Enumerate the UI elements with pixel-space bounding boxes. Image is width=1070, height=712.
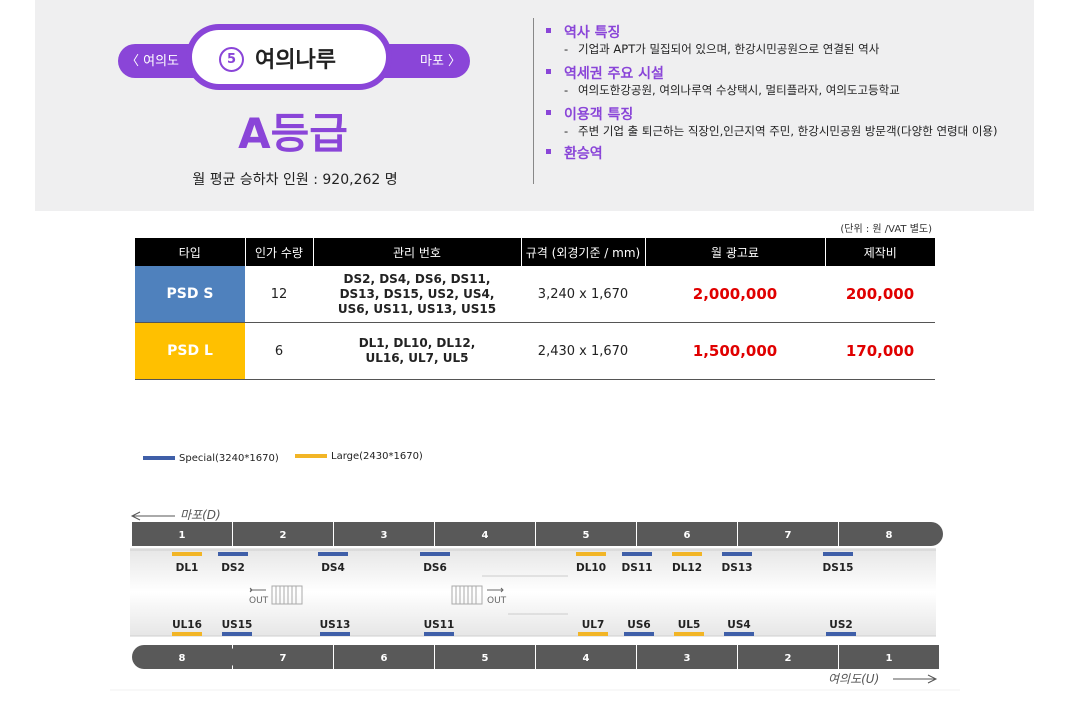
door-label: UL7: [582, 619, 605, 631]
door-label: DS15: [823, 562, 854, 574]
train-car-number: 6: [684, 530, 691, 541]
train-car-number: 4: [583, 653, 590, 664]
exit-label: OUT: [487, 596, 507, 606]
door-label: DS2: [221, 562, 245, 574]
door-marker: [674, 632, 704, 636]
door-marker: [218, 552, 248, 556]
door-label: DS13: [722, 562, 753, 574]
train-car-number: 5: [583, 530, 590, 541]
top-train: 1 2 3 4 5 6 7 8: [132, 522, 943, 546]
train-car-number: 3: [684, 653, 691, 664]
top-direction-label: 마포(D): [180, 508, 221, 522]
door-marker: [320, 632, 350, 636]
train-car-number: 5: [482, 653, 489, 664]
door-marker: [424, 632, 454, 636]
door-marker: [318, 552, 348, 556]
door-marker: [624, 632, 654, 636]
door-marker: [222, 632, 252, 636]
train-car-number: 7: [280, 653, 287, 664]
door-label: US11: [424, 619, 455, 631]
door-label: DL1: [176, 562, 199, 574]
door-marker: [672, 552, 702, 556]
door-label: US2: [829, 619, 852, 631]
door-label: UL5: [678, 619, 701, 631]
door-marker: [826, 632, 856, 636]
bottom-train: 8 7 6 5 4 3 2 1: [132, 645, 939, 669]
train-car-number: 8: [886, 530, 893, 541]
train-car-number: 8: [179, 653, 186, 664]
train-car-body: [839, 522, 929, 546]
door-label: DS4: [321, 562, 345, 574]
train-car-number: 3: [381, 530, 388, 541]
door-marker: [622, 552, 652, 556]
train-car-body: [152, 645, 232, 669]
door-label: US4: [727, 619, 750, 631]
train-car-number: 4: [482, 530, 489, 541]
bottom-direction-label: 여의도(U): [828, 672, 879, 686]
door-label: US6: [627, 619, 650, 631]
train-car-number: 2: [785, 653, 792, 664]
train-car-number: 2: [280, 530, 287, 541]
door-marker: [578, 632, 608, 636]
door-marker: [420, 552, 450, 556]
door-label: US15: [222, 619, 253, 631]
door-label: UL16: [172, 619, 202, 631]
door-marker: [576, 552, 606, 556]
door-label: DS6: [423, 562, 447, 574]
platform-diagram: 마포(D) 여의도(U) 1 2 3 4 5 6 7 8 8 7 6 5 4 3 2 1 DL1 DS2 DS4…: [110, 508, 960, 691]
train-car-number: 6: [381, 653, 388, 664]
train-car-number: 7: [785, 530, 792, 541]
door-marker: [172, 632, 202, 636]
door-label: DL12: [672, 562, 702, 574]
top-direction: 마포(D): [130, 508, 221, 522]
train-car-number: 1: [179, 530, 186, 541]
door-marker: [172, 552, 202, 556]
train-car-number: 1: [886, 653, 893, 664]
door-label: US13: [320, 619, 351, 631]
door-label: DS11: [622, 562, 653, 574]
door-marker: [724, 632, 754, 636]
door-marker: [823, 552, 853, 556]
platform-band-top: [130, 548, 936, 592]
door-label: DL10: [576, 562, 606, 574]
door-marker: [722, 552, 752, 556]
bottom-direction: 여의도(U): [828, 672, 938, 686]
exit-label: OUT: [249, 596, 269, 606]
